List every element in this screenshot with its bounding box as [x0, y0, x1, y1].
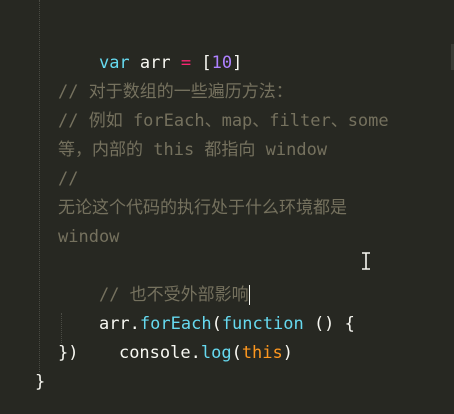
keyword-var: var	[98, 53, 130, 73]
method-log: log	[200, 343, 232, 363]
paren-close: )	[282, 343, 294, 363]
ibeam-cursor-icon	[362, 252, 370, 270]
code-editor[interactable]: var arr = [10] // 对于数组的一些遍历方法： // 例如 for…	[0, 0, 454, 414]
number-literal: 10	[211, 53, 233, 73]
code-line-foreach: arr.forEach(function () {	[58, 281, 355, 334]
code-line-comment-5: 无论这个代码的执行处于什么环境都是	[58, 198, 347, 218]
code-line-close-callback: })	[58, 343, 79, 363]
code-line-comment-3: 等，内部的 this 都指向 window	[58, 140, 328, 160]
keyword-this: this	[241, 343, 283, 363]
code-line-comment-1: // 对于数组的一些遍历方法：	[58, 82, 293, 102]
bracket-open: [	[201, 53, 212, 73]
code-line-1: var arr = [10]	[58, 20, 242, 73]
code-line-comment-2: // 例如 forEach、map、filter、some	[58, 111, 389, 131]
identifier-console: console.	[118, 343, 201, 363]
paren-open: (	[231, 343, 242, 363]
code-line-close-block: }	[35, 372, 46, 392]
operator-assign: =	[180, 53, 192, 73]
indent-guide-outer	[39, 0, 40, 372]
code-line-comment-7: // 也不受外部影响	[58, 252, 250, 305]
identifier-arr: arr	[129, 53, 181, 73]
function-params: () {	[303, 314, 355, 334]
code-line-comment-4: //	[58, 169, 79, 189]
code-line-console-log: console.log(this)	[78, 310, 293, 363]
bracket-close: ]	[232, 53, 243, 73]
code-line-comment-6: window	[58, 227, 120, 247]
